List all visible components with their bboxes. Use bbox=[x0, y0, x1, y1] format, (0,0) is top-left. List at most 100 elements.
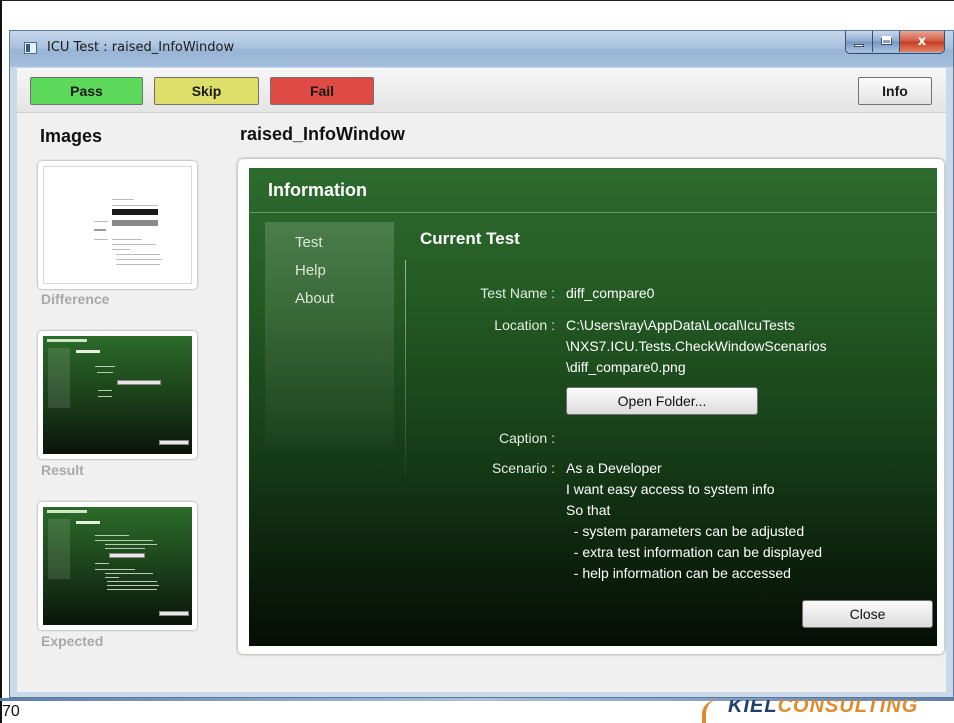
skip-button[interactable]: Skip bbox=[154, 77, 259, 105]
caption-label: Caption : bbox=[498, 430, 555, 446]
mini-nav bbox=[48, 519, 70, 579]
mini-header bbox=[47, 339, 87, 342]
test-name-label: Test Name : bbox=[480, 285, 555, 301]
main-image-card: Information Test Help About Current Test… bbox=[238, 159, 944, 654]
logo-text-accent: CONSULTING bbox=[777, 700, 919, 717]
mini-section-title bbox=[76, 350, 100, 353]
mini-nav bbox=[48, 348, 70, 408]
maximize-icon bbox=[881, 36, 892, 45]
fail-button[interactable]: Fail bbox=[270, 77, 374, 105]
window-title: ICU Test : raised_InfoWindow bbox=[47, 40, 235, 55]
diff-mark bbox=[112, 249, 130, 250]
diff-mark bbox=[112, 239, 142, 240]
mini-text bbox=[105, 573, 153, 574]
title-bar[interactable]: ICU Test : raised_InfoWindow x bbox=[10, 31, 953, 67]
scenario-line: - extra test information can be displaye… bbox=[566, 544, 823, 560]
mini-text bbox=[107, 581, 157, 582]
diff-mark bbox=[94, 239, 108, 240]
mini-text bbox=[95, 563, 109, 564]
mini-text bbox=[98, 396, 112, 397]
diff-mark bbox=[94, 221, 108, 222]
nav-item-about[interactable]: About bbox=[295, 290, 334, 307]
mini-text bbox=[98, 390, 112, 391]
test-name-value: diff_compare0 bbox=[566, 285, 655, 301]
thumbnail-label-expected: Expected bbox=[41, 633, 104, 649]
scenario-line: As a Developer bbox=[566, 460, 662, 476]
mini-text bbox=[107, 589, 157, 590]
mini-text bbox=[95, 540, 153, 541]
toolbar: Pass Skip Fail Info bbox=[17, 68, 946, 113]
expected-image bbox=[43, 507, 192, 625]
close-icon: x bbox=[917, 34, 927, 49]
app-icon bbox=[24, 42, 37, 54]
mini-text bbox=[105, 544, 157, 545]
mini-text bbox=[107, 585, 159, 586]
window-content: Pass Skip Fail Info Images raised_InfoWi… bbox=[17, 68, 946, 692]
thumbnail-expected[interactable] bbox=[38, 502, 197, 630]
page-title: raised_InfoWindow bbox=[240, 124, 405, 144]
scenario-line: - help information can be accessed bbox=[566, 565, 791, 581]
scenario-line: I want easy access to system info bbox=[566, 481, 775, 497]
location-value: C:\Users\ray\AppData\Local\IcuTests \NXS… bbox=[566, 315, 827, 378]
mini-button bbox=[117, 380, 161, 385]
information-header: Information bbox=[268, 180, 367, 200]
diff-mark bbox=[116, 264, 160, 265]
minimize-button[interactable] bbox=[846, 31, 873, 52]
logo-text: KIELCONSULTING bbox=[728, 700, 918, 718]
thumbnail-result[interactable] bbox=[38, 331, 197, 459]
location-line: C:\Users\ray\AppData\Local\IcuTests bbox=[566, 317, 795, 333]
logo-text-primary: KIEL bbox=[728, 700, 778, 717]
mini-button bbox=[159, 440, 189, 445]
diff-mark bbox=[112, 244, 156, 245]
mini-text bbox=[105, 577, 119, 578]
information-window: Information Test Help About Current Test… bbox=[249, 168, 937, 646]
minimize-icon bbox=[854, 44, 864, 47]
pass-button[interactable]: Pass bbox=[30, 77, 143, 105]
scenario-label: Scenario : bbox=[491, 460, 555, 476]
diff-mark bbox=[112, 209, 158, 215]
window-controls: x bbox=[845, 31, 945, 54]
location-label: Location : bbox=[494, 317, 555, 333]
result-image bbox=[43, 336, 192, 454]
logo-swoosh-icon bbox=[702, 700, 728, 723]
difference-image bbox=[43, 166, 192, 284]
nav-item-help[interactable]: Help bbox=[295, 262, 326, 279]
info-button[interactable]: Info bbox=[858, 77, 932, 105]
diff-mark bbox=[112, 199, 134, 200]
close-window-button[interactable]: x bbox=[900, 31, 944, 52]
mini-text bbox=[95, 535, 129, 536]
scenario-line: - system parameters can be adjusted bbox=[566, 523, 805, 539]
mini-button bbox=[109, 553, 145, 558]
scenario-value: As a Developer I want easy access to sys… bbox=[566, 458, 822, 584]
mini-text bbox=[97, 372, 113, 373]
diff-mark bbox=[116, 254, 160, 255]
company-logo: KIELCONSULTING bbox=[700, 700, 940, 723]
mini-section-title bbox=[76, 521, 100, 524]
location-line: \NXS7.ICU.Tests.CheckWindowScenarios bbox=[566, 338, 827, 354]
nav-item-test[interactable]: Test bbox=[295, 234, 323, 251]
header-divider bbox=[249, 212, 937, 213]
open-folder-button[interactable]: Open Folder... bbox=[566, 387, 758, 415]
mini-text bbox=[105, 548, 145, 549]
maximize-button[interactable] bbox=[873, 31, 900, 52]
mini-header bbox=[47, 510, 87, 513]
location-line: \diff_compare0.png bbox=[566, 359, 686, 375]
slide-number: 70 bbox=[2, 703, 20, 720]
mini-text bbox=[95, 366, 115, 367]
diff-mark bbox=[112, 205, 158, 206]
diff-mark bbox=[116, 259, 162, 260]
section-title: Current Test bbox=[420, 229, 520, 248]
slide-frame bbox=[0, 0, 954, 9]
app-window: ICU Test : raised_InfoWindow x Pass Skip… bbox=[9, 30, 954, 698]
images-heading: Images bbox=[40, 126, 103, 146]
close-button[interactable]: Close bbox=[802, 600, 933, 628]
thumbnail-difference[interactable] bbox=[38, 161, 197, 289]
info-nav: Test Help About bbox=[265, 222, 394, 446]
thumbnail-label-result: Result bbox=[41, 462, 84, 478]
mini-button bbox=[159, 611, 189, 616]
scenario-line: So that bbox=[566, 502, 611, 518]
thumbnail-label-difference: Difference bbox=[41, 291, 110, 307]
diff-mark bbox=[94, 229, 106, 231]
mini-text bbox=[95, 569, 135, 570]
diff-mark bbox=[112, 220, 158, 226]
